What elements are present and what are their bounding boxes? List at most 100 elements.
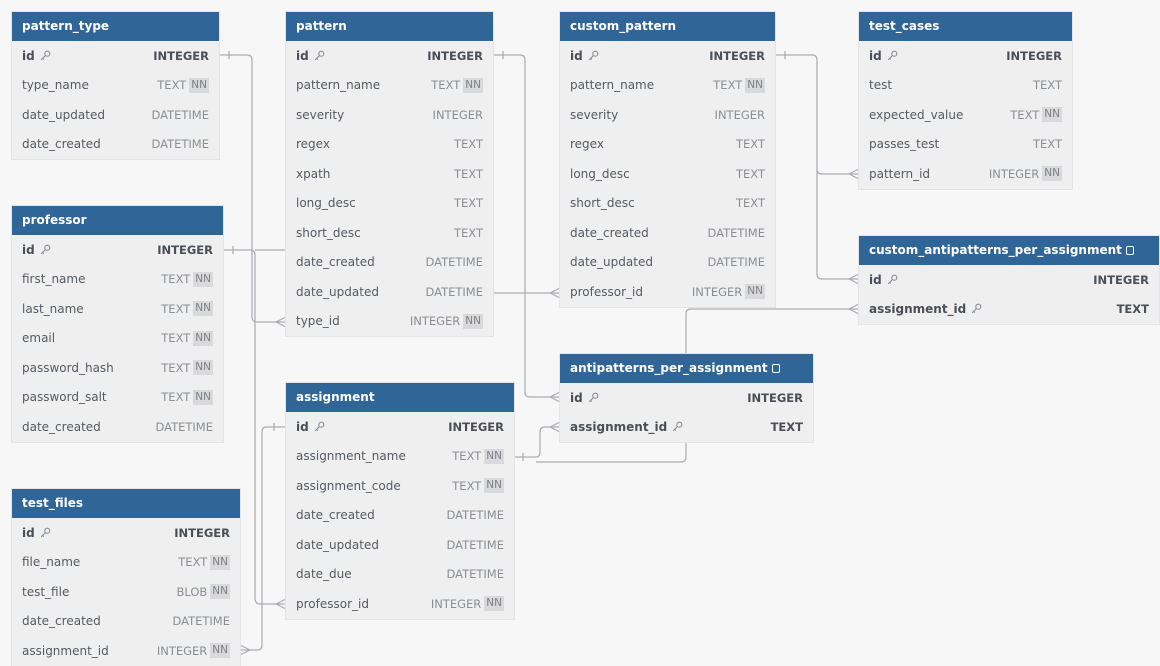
field-row-type-name[interactable]: type_name TEXT NN — [12, 71, 219, 101]
table-header[interactable]: custom_antipatterns_per_assignment — [859, 236, 1159, 265]
table-test-files[interactable]: test_files id INTEGER file_name TEXT NN test_f… — [12, 489, 240, 666]
field-row-severity[interactable]: severity INTEGER — [286, 100, 493, 130]
field-row-id[interactable]: id INTEGER — [859, 41, 1072, 71]
table-header[interactable]: test_files — [12, 489, 240, 518]
field-row-pattern-name[interactable]: pattern_name TEXT NN — [560, 71, 775, 101]
field-row-short-desc[interactable]: short_desc TEXT — [286, 218, 493, 248]
field-row-professor-id[interactable]: professor_id INTEGER NN — [286, 589, 514, 619]
field-row-assignment-id[interactable]: assignment_id TEXT — [560, 413, 813, 443]
field-name: severity — [296, 108, 344, 122]
field-row-last-name[interactable]: last_name TEXT NN — [12, 294, 223, 324]
table-antipatterns-per-assignment[interactable]: antipatterns_per_assignment id INTEGER assi… — [560, 354, 813, 442]
table-header[interactable]: antipatterns_per_assignment — [560, 354, 813, 383]
field-row-id[interactable]: id INTEGER — [286, 41, 493, 71]
field-row-date-created[interactable]: date_created DATETIME — [560, 218, 775, 248]
table-professor[interactable]: professor id INTEGER first_name TEXT NN last_n… — [12, 206, 223, 442]
field-name-text: short_desc — [570, 196, 635, 211]
field-name-text: id — [869, 272, 882, 287]
field-row-date-updated[interactable]: date_updated DATETIME — [286, 530, 514, 560]
key-icon — [588, 392, 599, 403]
table-custom-pattern[interactable]: custom_pattern id INTEGER pattern_name TEXT N… — [560, 12, 775, 307]
field-row-pattern-name[interactable]: pattern_name TEXT NN — [286, 71, 493, 101]
field-name-text: long_desc — [296, 196, 356, 211]
field-row-type-id[interactable]: type_id INTEGER NN — [286, 307, 493, 337]
field-type-text: INTEGER — [1006, 48, 1062, 63]
table-name: assignment — [296, 390, 375, 404]
field-type: INTEGER — [174, 526, 230, 540]
field-type: TEXT NN — [161, 389, 213, 405]
field-row-id[interactable]: id INTEGER — [12, 41, 219, 71]
field-row-date-created[interactable]: date_created DATETIME — [12, 412, 223, 442]
field-row-email[interactable]: email TEXT NN — [12, 324, 223, 354]
field-row-test-file[interactable]: test_file BLOB NN — [12, 577, 240, 607]
table-pattern[interactable]: pattern id INTEGER pattern_name TEXT NN severi… — [286, 12, 493, 336]
rel-assignment-to-antipatterns — [514, 426, 560, 458]
field-row-date-due[interactable]: date_due DATETIME — [286, 560, 514, 590]
field-row-assignment-id[interactable]: assignment_id INTEGER NN — [12, 636, 240, 666]
field-row-file-name[interactable]: file_name TEXT NN — [12, 548, 240, 578]
field-row-id[interactable]: id INTEGER — [560, 383, 813, 413]
field-row-date-created[interactable]: date_created DATETIME — [286, 501, 514, 531]
field-row-id[interactable]: id INTEGER — [560, 41, 775, 71]
field-row-short-desc[interactable]: short_desc TEXT — [560, 189, 775, 219]
field-row-id[interactable]: id INTEGER — [859, 265, 1159, 295]
not-null-badge: NN — [193, 389, 213, 405]
field-row-long-desc[interactable]: long_desc TEXT — [286, 189, 493, 219]
table-header[interactable]: professor — [12, 206, 223, 235]
table-custom-antipatterns-per-assignment[interactable]: custom_antipatterns_per_assignment id INTE… — [859, 236, 1159, 324]
field-type-text: BLOB — [176, 584, 208, 599]
field-row-assignment-name[interactable]: assignment_name TEXT NN — [286, 442, 514, 472]
field-name: passes_test — [869, 137, 939, 151]
field-row-passes-test[interactable]: passes_test TEXT — [859, 130, 1072, 160]
field-type: TEXT NN — [713, 77, 765, 93]
field-name-text: id — [296, 419, 309, 434]
field-row-test[interactable]: test TEXT — [859, 71, 1072, 101]
field-row-id[interactable]: id INTEGER — [286, 412, 514, 442]
field-name-text: date_created — [22, 419, 101, 434]
field-type-text: DATETIME — [172, 614, 230, 629]
note-icon[interactable] — [1125, 246, 1134, 255]
field-name-text: date_updated — [570, 255, 653, 270]
field-name: date_created — [296, 255, 375, 269]
field-row-xpath[interactable]: xpath TEXT — [286, 159, 493, 189]
table-header[interactable]: assignment — [286, 383, 514, 412]
field-type: DATETIME — [425, 255, 483, 269]
field-row-severity[interactable]: severity INTEGER — [560, 100, 775, 130]
field-name: date_created — [22, 137, 101, 151]
field-row-password-hash[interactable]: password_hash TEXT NN — [12, 353, 223, 383]
field-row-date-created[interactable]: date_created DATETIME — [12, 607, 240, 637]
field-row-date-created[interactable]: date_created DATETIME — [286, 248, 493, 278]
field-name-text: assignment_id — [570, 420, 668, 435]
table-header[interactable]: pattern_type — [12, 12, 219, 41]
table-test-cases[interactable]: test_cases id INTEGER test TEXT expected_valu… — [859, 12, 1072, 189]
field-row-pattern-id[interactable]: pattern_id INTEGER NN — [859, 159, 1072, 189]
field-row-date-updated[interactable]: date_updated DATETIME — [560, 248, 775, 278]
field-row-date-updated[interactable]: date_updated DATETIME — [12, 100, 219, 130]
field-name-text: password_salt — [22, 390, 107, 405]
field-row-first-name[interactable]: first_name TEXT NN — [12, 265, 223, 295]
table-assignment[interactable]: assignment id INTEGER assignment_name TEXT NN… — [286, 383, 514, 619]
rel-pattern-type-to-pattern — [219, 54, 286, 323]
field-row-regex[interactable]: regex TEXT — [560, 130, 775, 160]
field-row-regex[interactable]: regex TEXT — [286, 130, 493, 160]
field-row-password-salt[interactable]: password_salt TEXT NN — [12, 383, 223, 413]
table-header[interactable]: custom_pattern — [560, 12, 775, 41]
not-null-badge: NN — [193, 360, 213, 376]
field-row-professor-id[interactable]: professor_id INTEGER NN — [560, 277, 775, 307]
field-type: INTEGER — [715, 108, 765, 122]
field-name: id — [22, 49, 51, 63]
table-header[interactable]: test_cases — [859, 12, 1072, 41]
field-row-id[interactable]: id INTEGER — [12, 518, 240, 548]
field-row-date-updated[interactable]: date_updated DATETIME — [286, 277, 493, 307]
field-row-assignment-code[interactable]: assignment_code TEXT NN — [286, 471, 514, 501]
table-pattern-type[interactable]: pattern_type id INTEGER type_name TEXT NN date… — [12, 12, 219, 159]
field-row-assignment-id[interactable]: assignment_id TEXT — [859, 295, 1159, 325]
note-icon[interactable] — [771, 364, 780, 373]
field-row-date-created[interactable]: date_created DATETIME — [12, 130, 219, 160]
not-null-badge: NN — [484, 448, 504, 464]
field-row-long-desc[interactable]: long_desc TEXT — [560, 159, 775, 189]
field-row-expected-value[interactable]: expected_value TEXT NN — [859, 100, 1072, 130]
field-row-id[interactable]: id INTEGER — [12, 235, 223, 265]
table-header[interactable]: pattern — [286, 12, 493, 41]
field-type-text: TEXT — [1033, 78, 1062, 93]
